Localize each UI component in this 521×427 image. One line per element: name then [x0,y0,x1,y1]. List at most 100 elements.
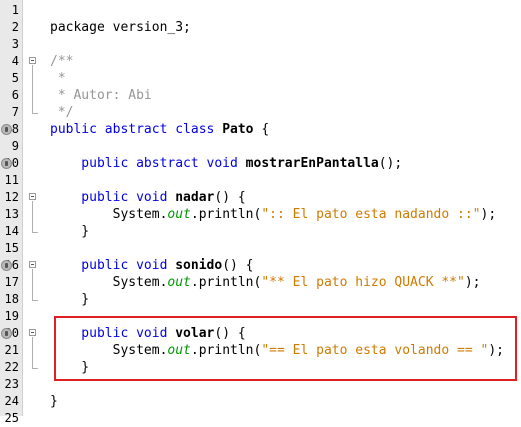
line-number: 18 [4,292,19,306]
code-line[interactable]: 18 } [0,291,521,308]
line-number: 13 [4,207,19,221]
highlight-box [54,316,517,381]
code-token: */ [50,105,74,120]
code-text: } [50,291,89,308]
code-token: Pato [222,122,254,137]
code-editor[interactable]: 1 2 package version_3; 3 4/** 5 * 6 * Autor: A… [0,0,521,425]
code-token: } [50,394,58,409]
code-text: public abstract class Pato { [50,121,269,138]
code-text: System.out.println(":: El pato esta nada… [50,206,497,223]
code-text: * [50,70,66,87]
collapse-fold-icon[interactable] [29,261,36,268]
line-number: 22 [4,360,19,374]
collapse-fold-icon[interactable] [29,329,36,336]
code-line[interactable]: 10 public abstract void mostrarEnPantall… [0,155,521,172]
line-number: 4 [11,54,19,68]
line-number: 25 [4,411,19,425]
code-text: public void nadar() { [50,189,246,206]
code-line[interactable]: 4 /** [0,53,521,70]
line-number: 15 [4,241,19,255]
code-text: public void sonido() { [50,257,254,274]
collapse-fold-icon[interactable] [29,193,36,200]
code-token: ); [464,275,481,290]
code-text: /** [50,53,73,70]
line-number: 5 [11,71,19,85]
code-line[interactable]: 11 [0,172,521,189]
code-token: ); [480,207,497,222]
code-token: "** El pato hizo QUACK **" [261,275,465,290]
code-line[interactable]: 15 [0,240,521,257]
code-token: nadar [175,190,215,205]
code-line[interactable]: 7 */ [0,104,521,121]
code-token: () { [222,258,254,273]
code-token: System. [50,275,168,290]
code-token: out [167,275,191,290]
code-line[interactable]: 14 } [0,223,521,240]
line-number: 19 [4,309,19,323]
code-text: public abstract void mostrarEnPantalla()… [50,155,402,172]
override-annotation-icon[interactable] [1,260,12,271]
code-token: (); [378,156,403,171]
code-token: } [50,224,90,239]
code-token: /** [50,54,74,69]
line-number: 1 [11,3,19,17]
code-line[interactable]: 2 package version_3; [0,19,521,36]
code-text: } [50,223,89,240]
override-annotation-icon[interactable] [1,124,12,135]
line-number: 14 [4,224,19,238]
fold-guide [32,201,33,232]
override-annotation-icon[interactable] [1,328,12,339]
code-token: public void [50,190,176,205]
code-line[interactable]: 24} [0,393,521,410]
code-token: sonido [175,258,223,273]
code-line[interactable]: 9 [0,138,521,155]
code-line[interactable]: 3 [0,36,521,53]
code-token: ":: El pato esta nadando ::" [261,207,481,222]
line-number: 2 [11,20,19,34]
code-token: * [50,71,66,86]
code-line[interactable]: 6 * Autor: Abi [0,87,521,104]
code-text: */ [50,104,74,121]
code-token: public void [50,258,176,273]
code-line[interactable]: 12 public void nadar() { [0,189,521,206]
fold-guide [32,337,33,368]
code-token: * Autor: Abi [50,88,152,103]
line-number: 12 [4,190,19,204]
code-token: .println( [190,275,262,290]
line-number: 24 [4,394,19,408]
line-number: 11 [4,173,19,187]
code-token: () { [214,190,246,205]
code-line[interactable]: 16 public void sonido() { [0,257,521,274]
fold-guide-end [32,113,38,114]
code-line[interactable]: 5 * [0,70,521,87]
line-number: 3 [11,37,19,51]
line-number: 7 [11,105,19,119]
code-line[interactable]: 17 System.out.println("** El pato hizo Q… [0,274,521,291]
code-text: System.out.println("** El pato hizo QUAC… [50,274,481,291]
code-token: { [253,122,270,137]
code-token: } [50,292,90,307]
code-text: * Autor: Abi [50,87,152,104]
line-number: 21 [4,343,19,357]
code-line[interactable]: 25 [0,410,521,427]
collapse-fold-icon[interactable] [29,57,36,64]
line-number: 9 [11,139,19,153]
code-token: public abstract void [50,156,246,171]
code-line[interactable]: 13 System.out.println(":: El pato esta n… [0,206,521,223]
code-token: package version_3; [50,20,191,35]
code-token: out [167,207,191,222]
fold-guide-end [32,232,38,233]
line-number: 23 [4,377,19,391]
override-annotation-icon[interactable] [1,158,12,169]
code-line[interactable]: 1 [0,2,521,19]
line-number: 6 [11,88,19,102]
fold-guide-end [32,368,38,369]
code-token: System. [50,207,168,222]
fold-guide [32,65,33,113]
code-line[interactable]: 8 public abstract class Pato { [0,121,521,138]
code-token: mostrarEnPantalla [245,156,379,171]
code-text: package version_3; [50,19,191,36]
code-token: .println( [190,207,262,222]
code-token: public abstract class [50,122,223,137]
fold-guide-end [32,300,38,301]
